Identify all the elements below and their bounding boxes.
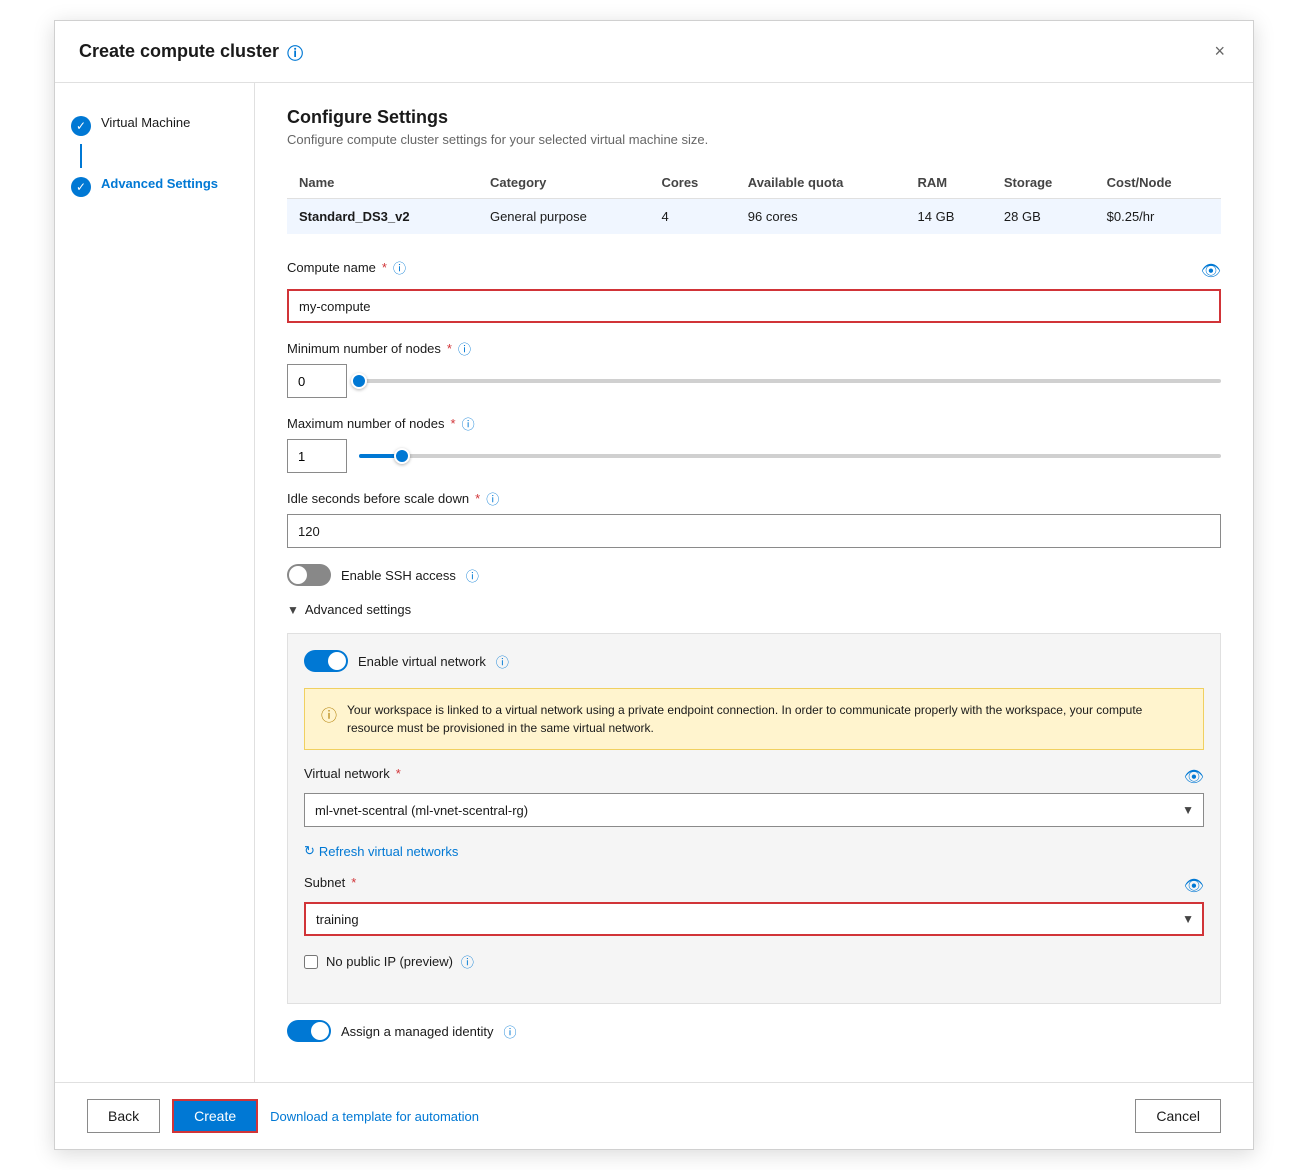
- min-nodes-input[interactable]: [287, 364, 347, 398]
- title-info-icon[interactable]: ⓘ: [287, 40, 303, 64]
- sidebar-item-virtual-machine[interactable]: ✓ Virtual Machine: [71, 107, 238, 144]
- section-title: Configure Settings: [287, 107, 1221, 128]
- subnet-eye-icon[interactable]: 👁: [1184, 876, 1204, 896]
- step-icon-advanced: ✓: [71, 177, 91, 197]
- cancel-button[interactable]: Cancel: [1135, 1099, 1221, 1133]
- subnet-dropdown-wrap: training ▼: [304, 902, 1204, 936]
- vm-table: Name Category Cores Available quota RAM …: [287, 167, 1221, 234]
- vnet-eye-icon[interactable]: 👁: [1184, 767, 1204, 787]
- min-nodes-slider-row: [287, 364, 1221, 398]
- back-button[interactable]: Back: [87, 1099, 160, 1133]
- virtual-network-label: Virtual network *: [304, 766, 401, 781]
- vnet-info-icon[interactable]: ⓘ: [496, 652, 509, 671]
- cell-category: General purpose: [478, 199, 649, 235]
- max-nodes-slider-track[interactable]: [359, 454, 1221, 458]
- no-public-ip-label: No public IP (preview): [326, 954, 453, 969]
- compute-name-info-icon[interactable]: ⓘ: [393, 258, 406, 277]
- subnet-group: Subnet * 👁 training ▼: [304, 875, 1204, 936]
- step-icon-vm: ✓: [71, 116, 91, 136]
- refresh-icon: ↻: [304, 843, 315, 859]
- compute-name-group: Compute name * ⓘ 👁: [287, 258, 1221, 323]
- sidebar-label-advanced: Advanced Settings: [101, 176, 218, 191]
- vnet-dropdown-wrap: ml-vnet-scentral (ml-vnet-scentral-rg) ▼: [304, 793, 1204, 827]
- min-nodes-slider-track[interactable]: [359, 379, 1221, 383]
- sidebar: ✓ Virtual Machine ✓ Advanced Settings: [55, 83, 255, 1082]
- vnet-toggle-knob: [328, 652, 346, 670]
- min-nodes-label: Minimum number of nodes * ⓘ: [287, 339, 1221, 358]
- compute-name-label: Compute name * ⓘ: [287, 258, 406, 277]
- idle-seconds-label: Idle seconds before scale down * ⓘ: [287, 489, 1221, 508]
- warning-icon: ⓘ: [321, 702, 337, 737]
- warning-text: Your workspace is linked to a virtual ne…: [347, 701, 1187, 737]
- cell-cores: 4: [649, 199, 735, 235]
- max-nodes-group: Maximum number of nodes * ⓘ: [287, 414, 1221, 473]
- advanced-section-content: Enable virtual network ⓘ ⓘ Your workspac…: [287, 633, 1221, 1004]
- subnet-dropdown[interactable]: training: [304, 902, 1204, 936]
- ssh-label: Enable SSH access: [341, 568, 456, 583]
- dialog-header: Create compute cluster ⓘ ×: [55, 21, 1253, 83]
- table-row[interactable]: Standard_DS3_v2 General purpose 4 96 cor…: [287, 199, 1221, 235]
- max-nodes-slider-row: [287, 439, 1221, 473]
- min-nodes-info-icon[interactable]: ⓘ: [458, 339, 471, 358]
- vnet-toggle-label: Enable virtual network: [358, 654, 486, 669]
- col-storage: Storage: [992, 167, 1095, 199]
- cell-ram: 14 GB: [906, 199, 992, 235]
- virtual-network-group: Virtual network * 👁 ml-vnet-scentral (ml…: [304, 766, 1204, 827]
- col-ram: RAM: [906, 167, 992, 199]
- no-public-ip-checkbox[interactable]: [304, 955, 318, 969]
- section-subtitle: Configure compute cluster settings for y…: [287, 132, 1221, 147]
- refresh-link-text: Refresh virtual networks: [319, 844, 458, 859]
- step-connector: [80, 144, 82, 168]
- max-nodes-label: Maximum number of nodes * ⓘ: [287, 414, 1221, 433]
- no-public-ip-row: No public IP (preview) ⓘ: [304, 952, 1204, 971]
- main-content: Configure Settings Configure compute clu…: [255, 83, 1253, 1082]
- col-name: Name: [287, 167, 478, 199]
- ssh-info-icon[interactable]: ⓘ: [466, 566, 479, 585]
- close-button[interactable]: ×: [1210, 37, 1229, 66]
- title-text: Create compute cluster: [79, 41, 279, 62]
- advanced-section-label: Advanced settings: [305, 602, 411, 617]
- compute-name-eye-icon[interactable]: 👁: [1201, 261, 1221, 281]
- managed-identity-toggle-knob: [311, 1022, 329, 1040]
- advanced-section-header[interactable]: ▼ Advanced settings: [287, 602, 1221, 617]
- vnet-dropdown[interactable]: ml-vnet-scentral (ml-vnet-scentral-rg): [304, 793, 1204, 827]
- chevron-down-icon: ▼: [287, 603, 299, 617]
- idle-seconds-group: Idle seconds before scale down * ⓘ: [287, 489, 1221, 548]
- dialog-footer: Back Create Download a template for auto…: [55, 1082, 1253, 1149]
- col-quota: Available quota: [736, 167, 906, 199]
- cell-cost: $0.25/hr: [1095, 199, 1221, 235]
- idle-seconds-input[interactable]: [287, 514, 1221, 548]
- create-button[interactable]: Create: [172, 1099, 258, 1133]
- compute-name-input[interactable]: [287, 289, 1221, 323]
- vnet-toggle[interactable]: [304, 650, 348, 672]
- idle-info-icon[interactable]: ⓘ: [486, 489, 499, 508]
- warning-box: ⓘ Your workspace is linked to a virtual …: [304, 688, 1204, 750]
- ssh-toggle-row: Enable SSH access ⓘ: [287, 564, 1221, 586]
- sidebar-item-advanced-settings[interactable]: ✓ Advanced Settings: [71, 168, 238, 205]
- managed-identity-toggle[interactable]: [287, 1020, 331, 1042]
- dialog-body: ✓ Virtual Machine ✓ Advanced Settings Co…: [55, 83, 1253, 1082]
- col-cores: Cores: [649, 167, 735, 199]
- cell-quota: 96 cores: [736, 199, 906, 235]
- managed-identity-toggle-row: Assign a managed identity ⓘ: [287, 1020, 1221, 1042]
- ssh-toggle[interactable]: [287, 564, 331, 586]
- max-nodes-input[interactable]: [287, 439, 347, 473]
- col-cost: Cost/Node: [1095, 167, 1221, 199]
- min-nodes-group: Minimum number of nodes * ⓘ: [287, 339, 1221, 398]
- no-public-ip-info-icon[interactable]: ⓘ: [461, 952, 474, 971]
- subnet-label: Subnet *: [304, 875, 356, 890]
- vnet-toggle-row: Enable virtual network ⓘ: [304, 650, 1204, 672]
- cell-name: Standard_DS3_v2: [287, 199, 478, 235]
- managed-identity-label: Assign a managed identity: [341, 1024, 493, 1039]
- template-link[interactable]: Download a template for automation: [270, 1109, 479, 1124]
- dialog-title: Create compute cluster ⓘ: [79, 40, 303, 64]
- col-category: Category: [478, 167, 649, 199]
- max-nodes-info-icon[interactable]: ⓘ: [462, 414, 475, 433]
- refresh-virtual-networks-link[interactable]: ↻ Refresh virtual networks: [304, 843, 1204, 859]
- ssh-toggle-knob: [289, 566, 307, 584]
- sidebar-label-vm: Virtual Machine: [101, 115, 190, 130]
- managed-identity-info-icon[interactable]: ⓘ: [503, 1022, 516, 1041]
- cell-storage: 28 GB: [992, 199, 1095, 235]
